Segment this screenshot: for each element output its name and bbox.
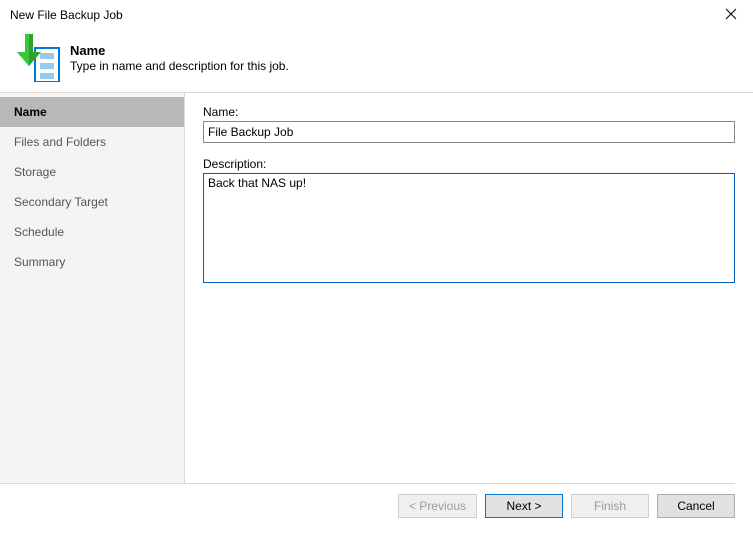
sidebar-item-label: Summary — [14, 255, 65, 269]
wizard-header-icon — [12, 34, 60, 82]
sidebar-item-summary[interactable]: Summary — [0, 247, 184, 277]
wizard-content: Name: Description: — [185, 93, 753, 483]
wizard-step-title: Name — [70, 43, 289, 58]
cancel-button[interactable]: Cancel — [657, 494, 735, 518]
titlebar: New File Backup Job — [0, 0, 753, 30]
sidebar-item-secondary-target[interactable]: Secondary Target — [0, 187, 184, 217]
close-icon — [725, 7, 737, 23]
sidebar-item-label: Name — [14, 105, 47, 119]
wizard-footer: < Previous Next > Finish Cancel — [0, 483, 735, 518]
sidebar-item-label: Secondary Target — [14, 195, 108, 209]
wizard-step-subtitle: Type in name and description for this jo… — [70, 59, 289, 73]
description-label: Description: — [203, 157, 735, 171]
wizard-window: New File Backup Job Name Type in name an… — [0, 0, 753, 534]
sidebar-item-files-and-folders[interactable]: Files and Folders — [0, 127, 184, 157]
sidebar-item-name[interactable]: Name — [0, 97, 184, 127]
sidebar-item-storage[interactable]: Storage — [0, 157, 184, 187]
window-title: New File Backup Job — [10, 8, 123, 22]
wizard-header: Name Type in name and description for th… — [0, 30, 753, 93]
sidebar-item-label: Schedule — [14, 225, 64, 239]
previous-button: < Previous — [398, 494, 477, 518]
job-description-textarea[interactable] — [203, 173, 735, 283]
name-label: Name: — [203, 105, 735, 119]
sidebar-item-label: Storage — [14, 165, 56, 179]
close-button[interactable] — [709, 0, 753, 30]
wizard-steps-sidebar: Name Files and Folders Storage Secondary… — [0, 93, 185, 483]
job-name-input[interactable] — [203, 121, 735, 143]
sidebar-item-label: Files and Folders — [14, 135, 106, 149]
wizard-header-text: Name Type in name and description for th… — [70, 43, 289, 73]
next-button[interactable]: Next > — [485, 494, 563, 518]
finish-button: Finish — [571, 494, 649, 518]
sidebar-item-schedule[interactable]: Schedule — [0, 217, 184, 247]
